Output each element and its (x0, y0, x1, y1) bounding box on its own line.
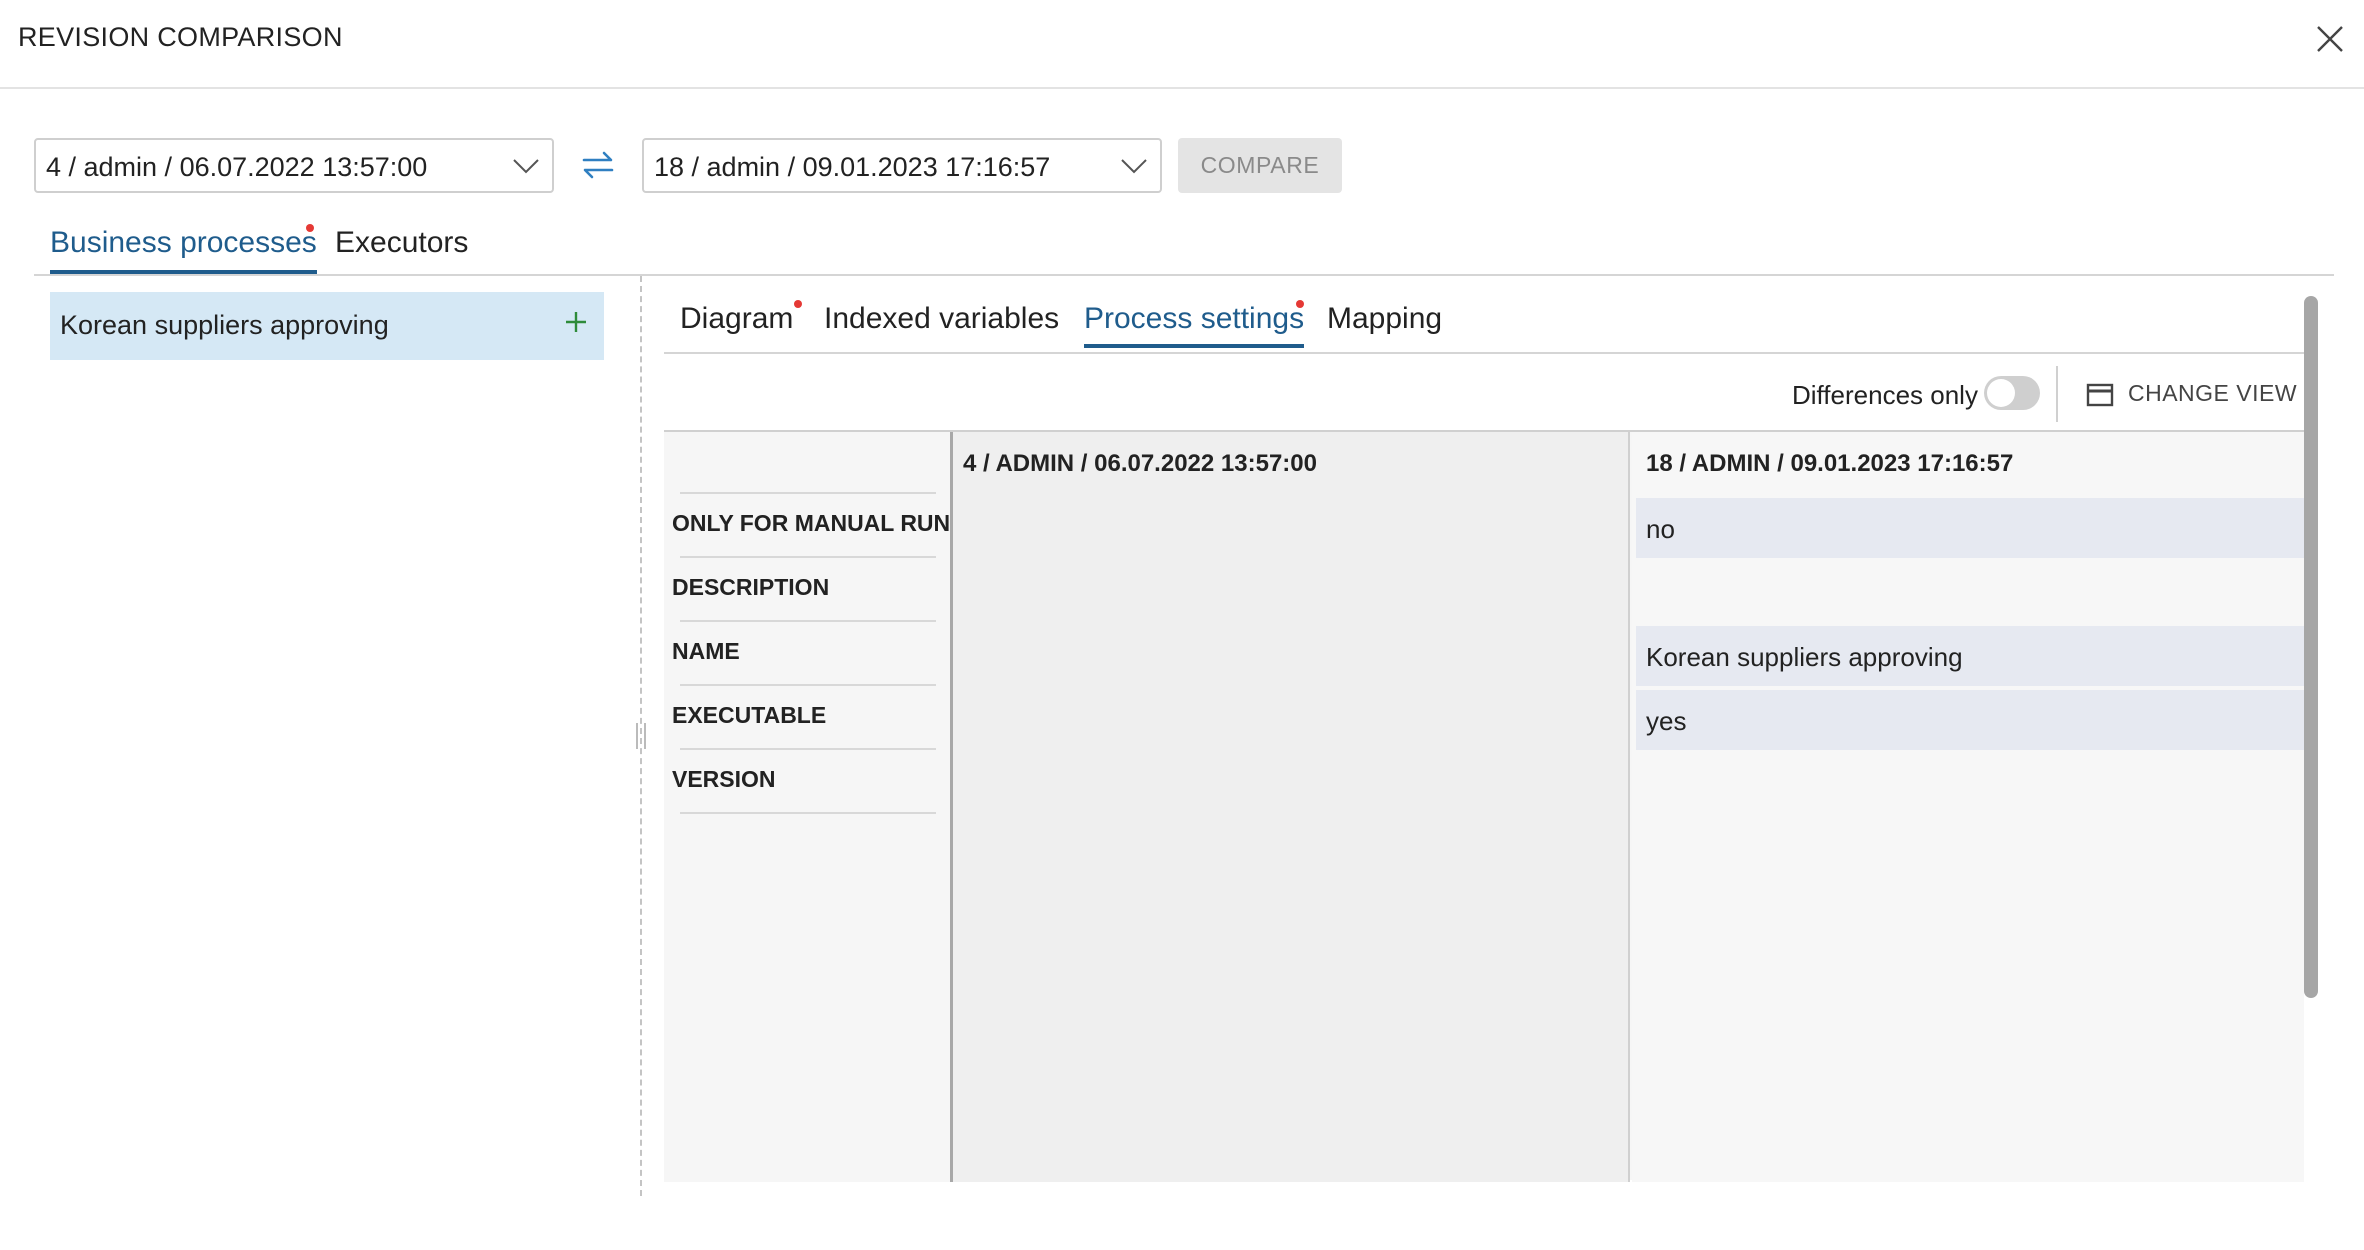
tab-business-processes[interactable]: Business processes (50, 226, 317, 274)
tab-mapping-label: Mapping (1327, 302, 1443, 335)
table-row-label: NAME (672, 620, 936, 684)
layout-icon (2086, 383, 2114, 407)
process-name: Korean suppliers approving (60, 310, 389, 340)
dialog-header: REVISION COMPARISON (0, 0, 2364, 89)
left-revision-header: 4 / ADMIN / 06.07.2022 13:57:00 (963, 450, 1317, 477)
right-revision-header: 18 / ADMIN / 09.01.2023 17:16:57 (1646, 450, 2014, 477)
row-label-text: VERSION (672, 766, 776, 792)
right-revision-select[interactable]: 18 / admin / 09.01.2023 17:16:57 (642, 138, 1162, 193)
change-indicator-dot (306, 224, 314, 232)
change-indicator-dot (1296, 300, 1304, 308)
differences-only-label: Differences only (1792, 380, 1978, 410)
diff-cell: yes (1636, 690, 2304, 750)
change-view-label: CHANGE VIEW (2128, 380, 2298, 406)
vertical-scrollbar[interactable] (2304, 296, 2318, 998)
dialog-title: REVISION COMPARISON (18, 22, 343, 52)
diff-cell: no (1636, 498, 2304, 558)
tab-mapping[interactable]: Mapping (1327, 302, 1442, 344)
main-tabs: Business processes Executors (34, 220, 2334, 276)
table-row-label: DESCRIPTION (672, 556, 936, 620)
differences-only-toggle[interactable] (1984, 376, 2040, 410)
tab-executors-label: Executors (335, 226, 469, 259)
right-revision-value: 18 / admin / 09.01.2023 17:16:57 (654, 152, 1051, 182)
toolbar-separator (2056, 366, 2058, 422)
change-indicator-dot (794, 300, 802, 308)
comparison-table: ONLY FOR MANUAL RUN DESCRIPTION NAME EXE… (664, 430, 2304, 1182)
right-revision-column: 18 / ADMIN / 09.01.2023 17:16:57 no Kore… (1632, 432, 2304, 1182)
resize-handle[interactable] (636, 723, 646, 749)
left-revision-select[interactable]: 4 / admin / 06.07.2022 13:57:00 (34, 138, 554, 193)
tab-indexed-variables-label: Indexed variables (824, 302, 1060, 335)
row-label-text: DESCRIPTION (672, 574, 830, 600)
table-row-label: ONLY FOR MANUAL RUN (672, 492, 950, 556)
table-row-label: EXECUTABLE (672, 684, 936, 748)
tab-diagram[interactable]: Diagram (680, 302, 793, 344)
tab-executors[interactable]: Executors (335, 226, 468, 270)
close-icon[interactable] (2315, 24, 2345, 54)
table-row-label: VERSION (672, 748, 936, 814)
chevron-down-icon (1121, 159, 1147, 174)
tab-process-settings[interactable]: Process settings (1084, 302, 1305, 348)
cell-value: yes (1646, 706, 1687, 736)
left-revision-value: 4 / admin / 06.07.2022 13:57:00 (46, 152, 428, 182)
chevron-down-icon (513, 159, 539, 174)
tab-indexed-variables[interactable]: Indexed variables (824, 302, 1059, 344)
swap-revisions-icon[interactable] (580, 148, 616, 182)
cell-value: Korean suppliers approving (1646, 642, 1963, 672)
diff-cell: Korean suppliers approving (1636, 626, 2304, 686)
compare-button[interactable]: COMPARE (1178, 138, 1342, 193)
row-label-text: ONLY FOR MANUAL RUN (672, 510, 951, 536)
tab-diagram-label: Diagram (680, 302, 794, 335)
row-label-text: NAME (672, 638, 740, 664)
left-revision-column: 4 / ADMIN / 06.07.2022 13:57:00 (950, 432, 1630, 1182)
tab-process-settings-label: Process settings (1084, 302, 1305, 335)
toggle-knob (1987, 379, 2015, 407)
list-item[interactable]: Korean suppliers approving (50, 292, 604, 360)
property-labels-column: ONLY FOR MANUAL RUN DESCRIPTION NAME EXE… (664, 432, 950, 1182)
row-label-text: EXECUTABLE (672, 702, 827, 728)
plus-icon[interactable] (564, 310, 588, 334)
cell-value: no (1646, 514, 1675, 544)
tab-business-processes-label: Business processes (50, 226, 317, 259)
detail-tabs: Diagram Indexed variables Process settin… (664, 292, 2304, 354)
